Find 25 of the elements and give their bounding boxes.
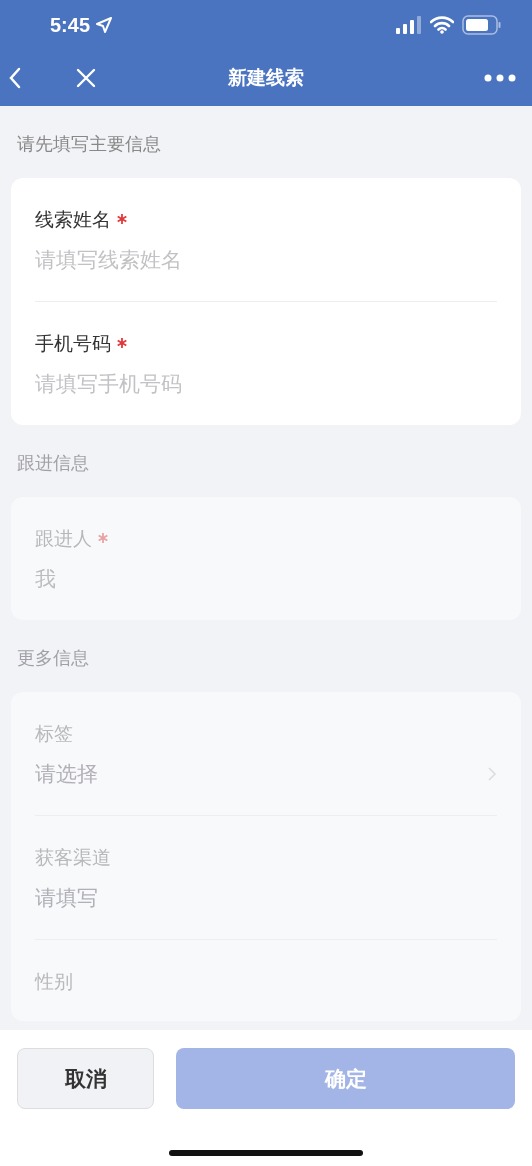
field-label: 手机号码 [35, 331, 111, 356]
page-title: 新建线索 [228, 66, 304, 88]
section-title: 更多信息 [17, 647, 89, 668]
signal-icon [396, 16, 422, 34]
section-title: 跟进信息 [17, 452, 89, 473]
chevron-right-icon [487, 766, 497, 782]
status-time: 5:45 [50, 13, 91, 37]
field-label: 线索姓名 [35, 207, 111, 232]
location-arrow-icon [96, 17, 113, 33]
section-title: 请先填写主要信息 [17, 133, 161, 154]
field-value[interactable]: 我 [35, 565, 56, 593]
input-field[interactable]: 请填写 [35, 884, 98, 912]
field-label: 标签 [35, 721, 73, 746]
battery-icon [462, 15, 502, 35]
close-button[interactable] [76, 68, 96, 88]
input-field[interactable]: 请选择 [35, 760, 98, 788]
more-button[interactable] [484, 74, 516, 82]
back-button[interactable] [8, 67, 22, 89]
input-field[interactable]: 请填写手机号码 [35, 370, 182, 398]
field-label: 获客渠道 [35, 845, 111, 870]
cancel-button[interactable]: 取消 [17, 1048, 154, 1109]
wifi-icon [430, 16, 454, 34]
input-field[interactable]: 请填写线索姓名 [35, 246, 182, 274]
field-label: 性别 [35, 969, 73, 994]
field-label: 跟进人 [35, 526, 92, 551]
